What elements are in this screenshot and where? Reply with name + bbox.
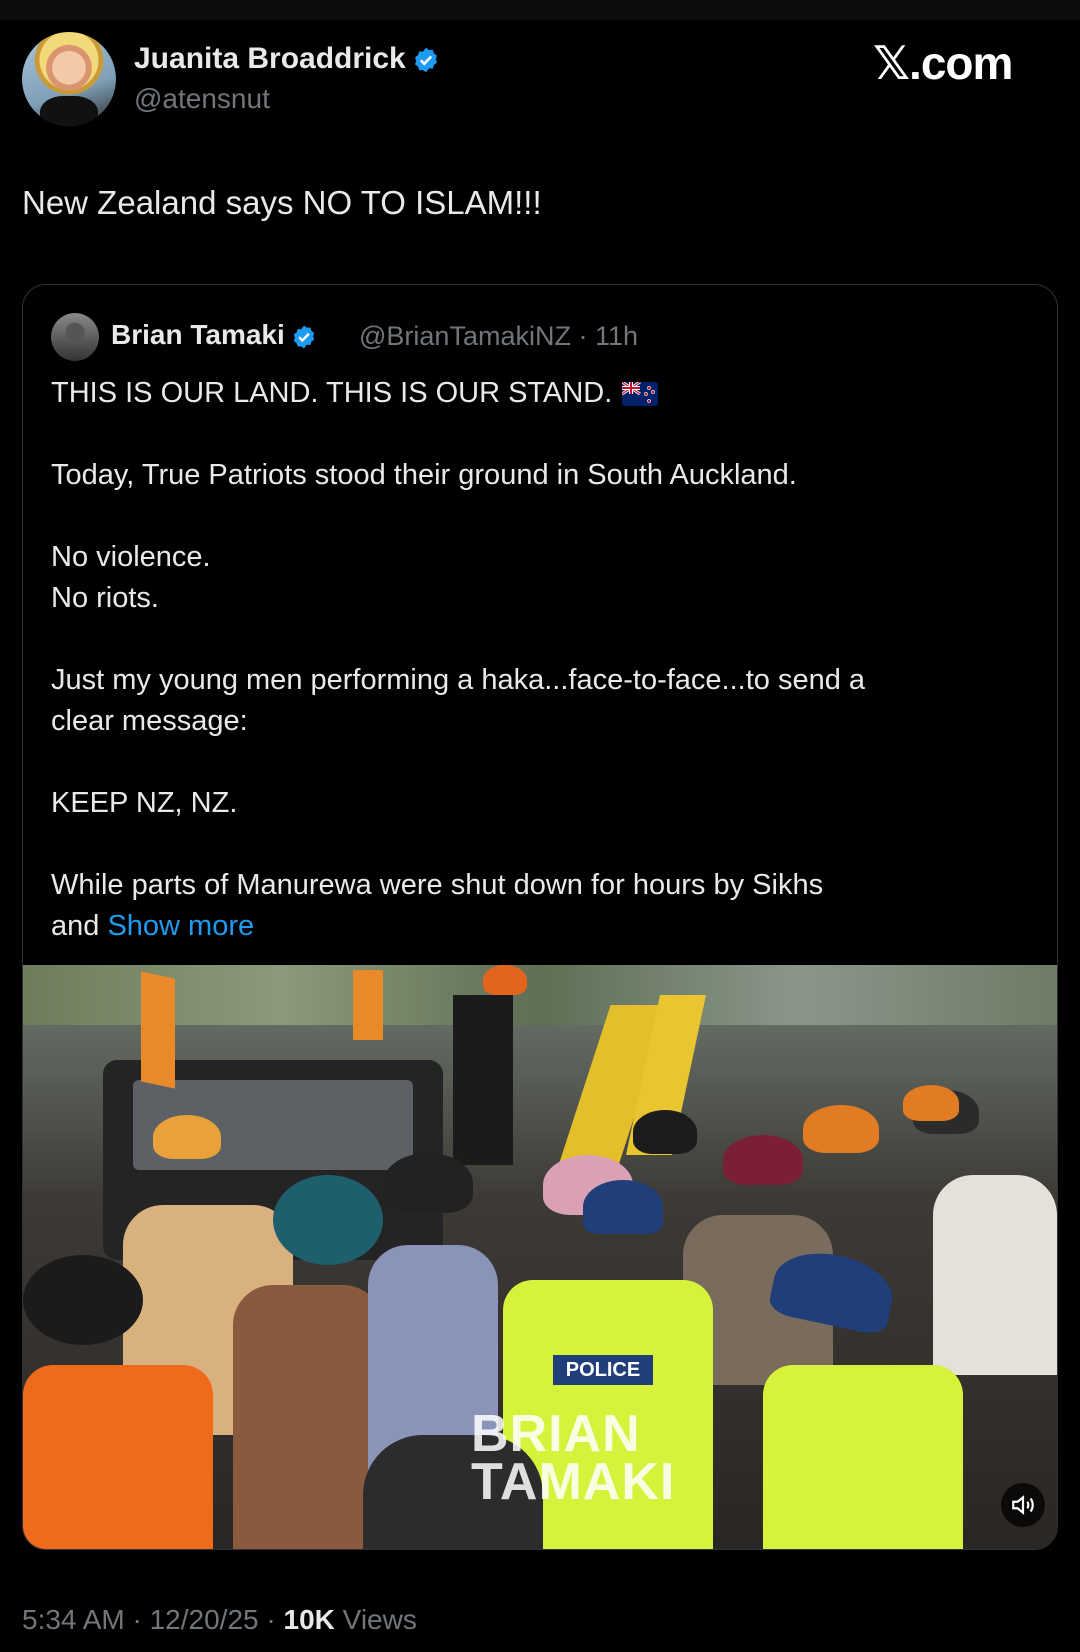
quoted-author-name[interactable]: Brian Tamaki: [111, 319, 317, 351]
quoted-line: No violence.: [51, 541, 211, 573]
person: [933, 1175, 1057, 1375]
flag: [141, 971, 175, 1089]
speaker-icon: [1012, 1495, 1034, 1515]
person: [903, 1085, 959, 1121]
status-bar: [0, 0, 1080, 20]
watermark-line: BRIAN: [471, 1405, 641, 1463]
person: [803, 1105, 879, 1153]
quoted-author-name-text: Brian Tamaki: [111, 319, 285, 350]
quoted-handle-time[interactable]: @BrianTamakiNZ · 11h: [359, 321, 638, 352]
author-avatar[interactable]: [22, 32, 116, 126]
mute-button[interactable]: [1001, 1483, 1045, 1527]
quoted-line: Today, True Patriots stood their ground …: [51, 459, 797, 491]
x-logo: 𝕏.com: [873, 37, 1013, 89]
quoted-line: No riots.: [51, 582, 159, 614]
author-name-text: Juanita Broaddrick: [134, 42, 406, 75]
person: [23, 1365, 213, 1549]
person: [633, 1110, 697, 1154]
quoted-author-avatar[interactable]: [51, 313, 99, 361]
tweet-text: New Zealand says NO TO ISLAM!!!: [22, 184, 542, 221]
new-zealand-flag-icon: [622, 382, 659, 407]
person: [483, 965, 527, 995]
quoted-line: Just my young men performing a haka...fa…: [51, 664, 866, 696]
quoted-line-text: and: [51, 910, 100, 942]
watermark-line: TAMAKI: [471, 1453, 676, 1511]
police-label: POLICE: [553, 1355, 653, 1385]
verified-badge-icon: [414, 47, 437, 73]
person: [453, 995, 513, 1165]
author-name[interactable]: Juanita Broaddrick: [134, 42, 440, 76]
verified-badge-icon: [293, 325, 314, 348]
quoted-line: clear message:: [51, 705, 248, 737]
brian-tamaki-watermark: BRIAN TAMAKI: [471, 1405, 676, 1511]
quoted-line-text: THIS IS OUR LAND. THIS IS OUR STAND.: [51, 377, 613, 409]
views-count[interactable]: 10K: [284, 1604, 335, 1635]
police-officer-cap: [583, 1180, 663, 1234]
person: [383, 1153, 473, 1213]
person: [23, 1255, 143, 1345]
quoted-line: While parts of Manurewa were shut down f…: [51, 869, 824, 901]
quoted-tweet-body: THIS IS OUR LAND. THIS IS OUR STAND. Tod…: [51, 373, 1011, 947]
timestamp[interactable]: 5:34 AM · 12/20/25 ·: [22, 1604, 284, 1635]
quoted-line: KEEP NZ, NZ.: [51, 787, 238, 819]
person: [273, 1175, 383, 1265]
tweet-metadata: 5:34 AM · 12/20/25 · 10K Views: [22, 1604, 417, 1636]
flag: [353, 970, 383, 1040]
author-handle[interactable]: @atensnut: [134, 83, 270, 115]
video-player[interactable]: POLICE BRIAN TAMAKI: [23, 965, 1057, 1549]
trees-background: [23, 965, 1057, 1025]
show-more-link[interactable]: Show more: [107, 910, 254, 942]
person: [233, 1285, 383, 1549]
views-label: Views: [334, 1604, 417, 1635]
person: [723, 1135, 803, 1185]
police-officer-vest: [763, 1365, 963, 1549]
person: [153, 1115, 221, 1159]
quoted-line: THIS IS OUR LAND. THIS IS OUR STAND.: [51, 373, 1011, 414]
quoted-line: and Show more: [51, 906, 1011, 947]
quoted-tweet[interactable]: Brian Tamaki @BrianTamakiNZ · 11h THIS I…: [22, 284, 1058, 1550]
